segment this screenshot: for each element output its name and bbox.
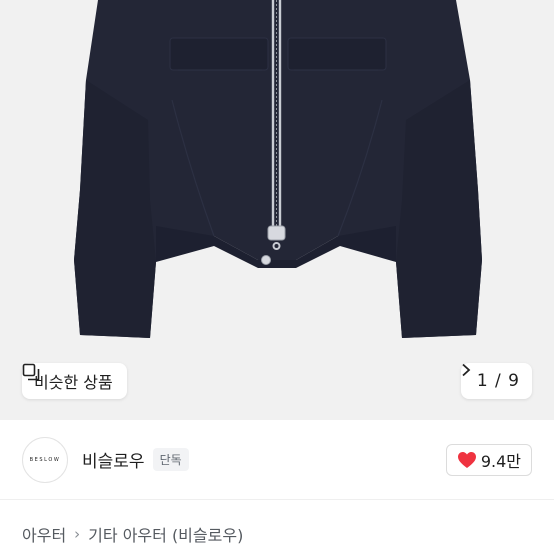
product-image[interactable]: 비슷한 상품 1 / 9 xyxy=(0,0,554,420)
shop-logo[interactable]: BESLOW xyxy=(22,436,68,483)
like-count: 9.4만 xyxy=(480,451,521,471)
shop-name[interactable]: 비슬로우 xyxy=(82,447,145,472)
similar-items-button[interactable]: 비슷한 상품 xyxy=(22,363,127,399)
chevron-right-icon xyxy=(462,363,471,377)
breadcrumb-separator-icon: › xyxy=(74,525,81,543)
heart-icon xyxy=(457,451,476,468)
breadcrumb-item-subcategory[interactable]: 기타 아우터 (비슬로우) xyxy=(88,522,243,546)
breadcrumb: 아우터 › 기타 아우터 (비슬로우) xyxy=(22,522,243,546)
image-pager[interactable]: 1 / 9 xyxy=(460,363,532,399)
exclusive-badge: 단독 xyxy=(152,448,189,471)
pager-count: 1 / 9 xyxy=(476,371,520,391)
breadcrumb-item-category[interactable]: 아우터 xyxy=(22,522,66,546)
similar-items-icon xyxy=(22,363,40,381)
similar-items-label: 비슷한 상품 xyxy=(34,373,113,392)
shop-logo-text: BESLOW xyxy=(29,456,61,463)
like-button[interactable]: 9.4만 xyxy=(445,443,532,476)
jacket-photo xyxy=(74,0,482,338)
shop-info-row[interactable]: BESLOW 비슬로우 단독 9.4만 xyxy=(0,420,554,500)
